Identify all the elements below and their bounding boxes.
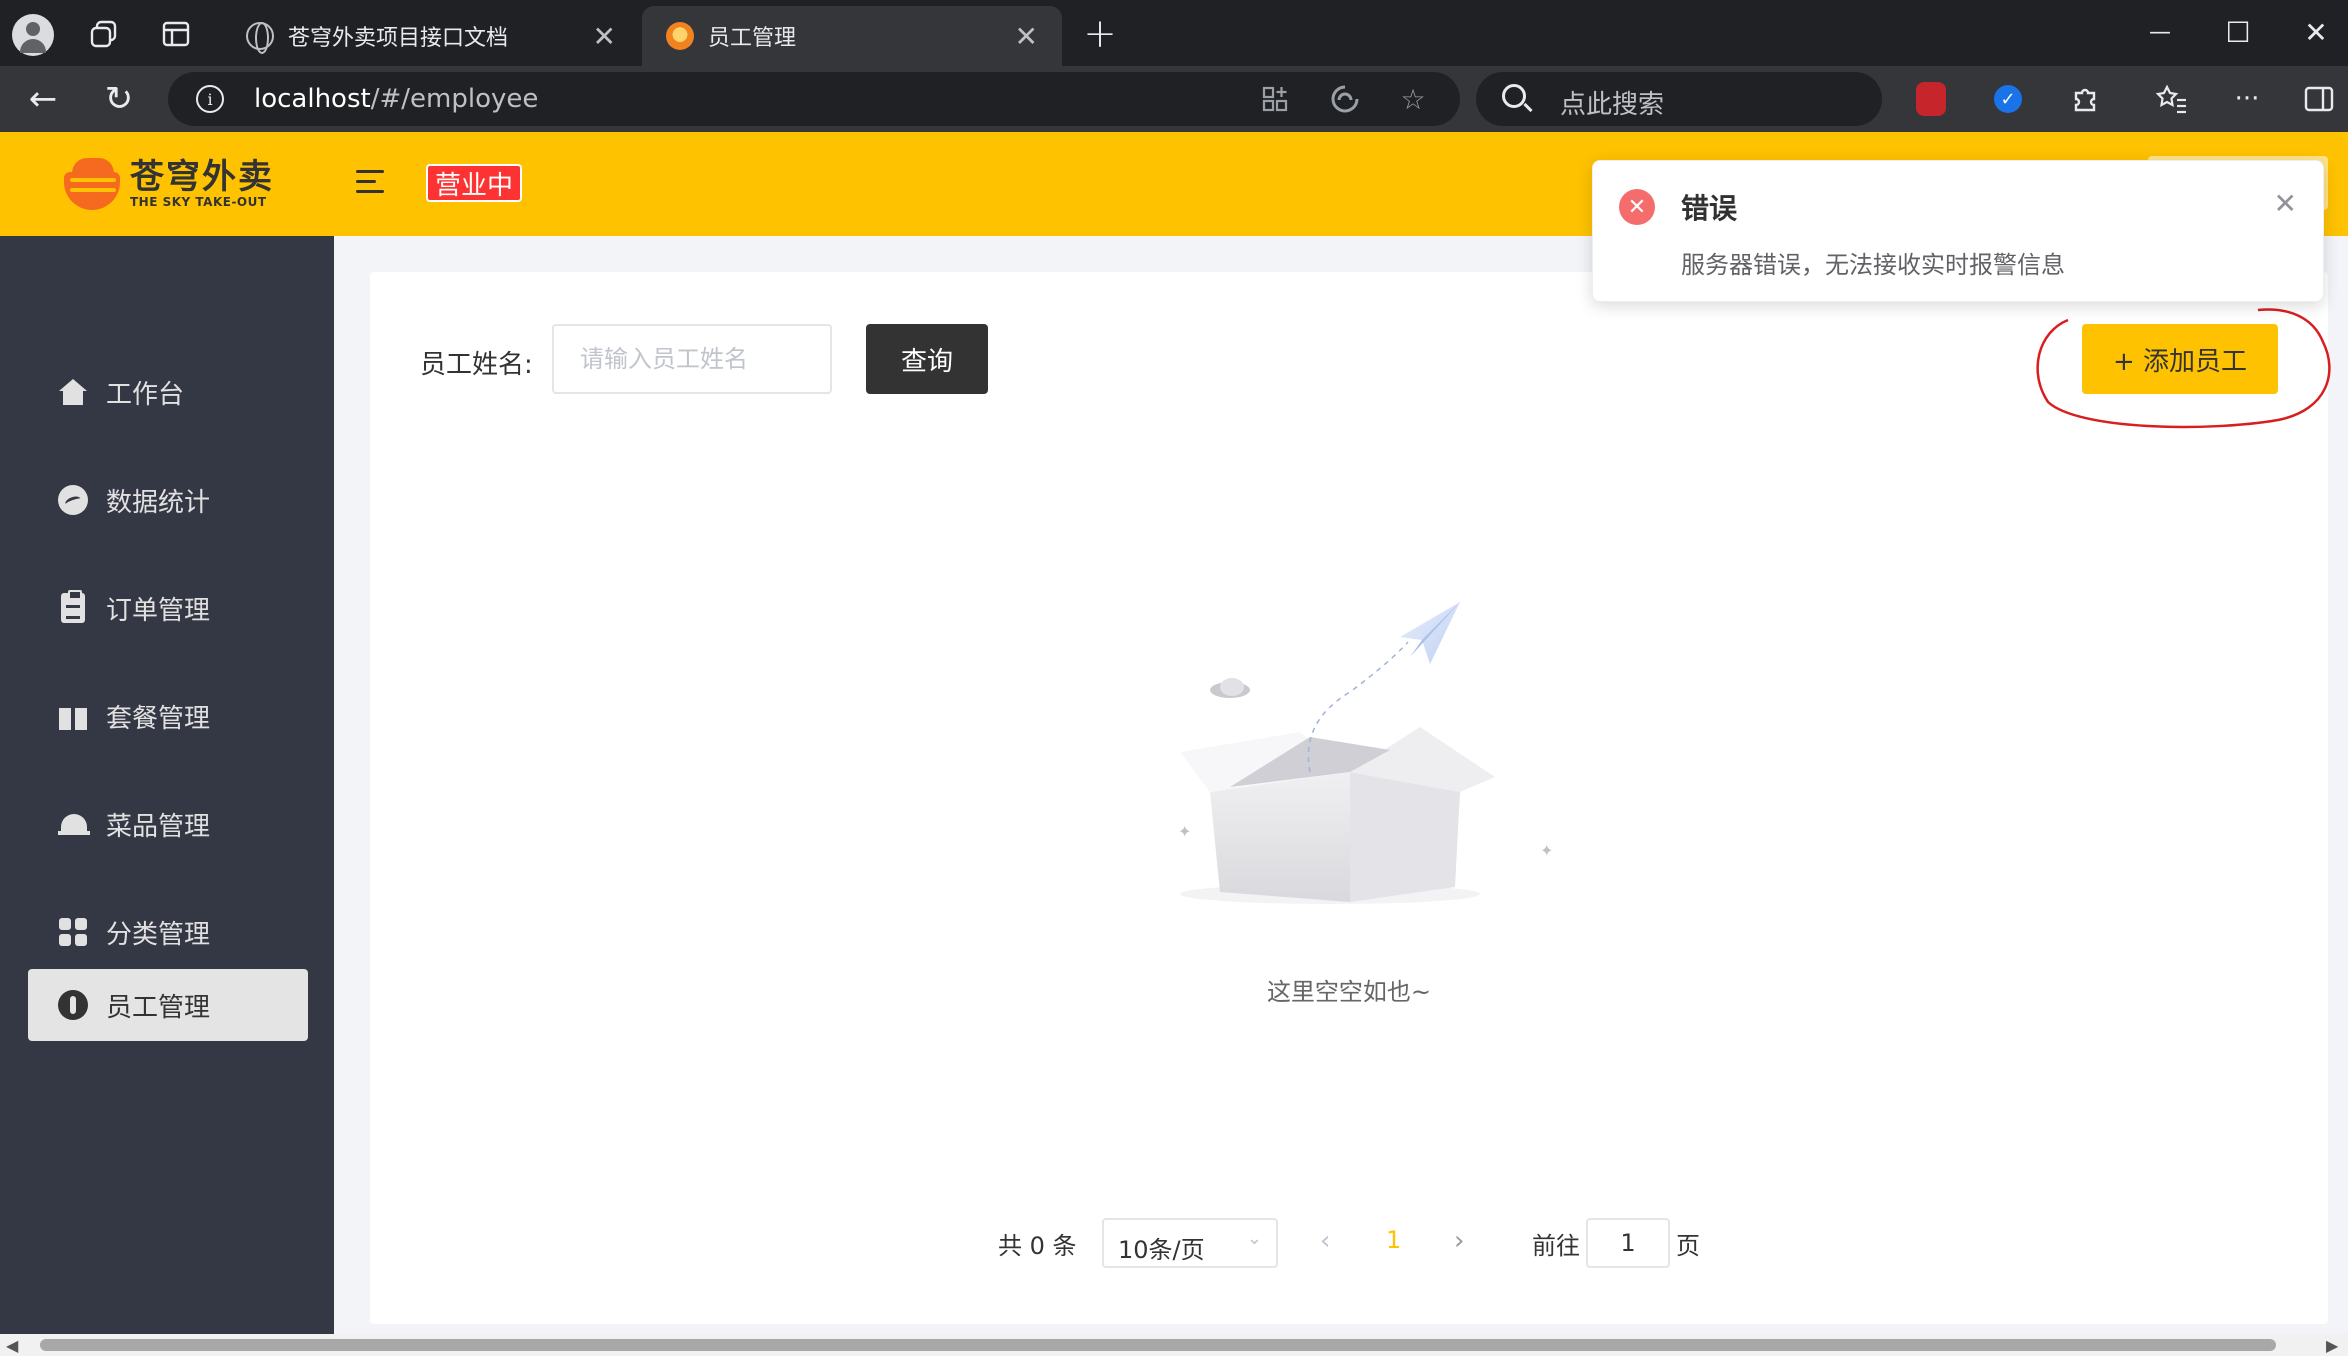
employee-name-input[interactable]	[552, 324, 832, 394]
error-circle-icon: ✕	[1619, 189, 1655, 225]
edge-refresh-icon[interactable]	[1328, 82, 1362, 116]
error-notification: ✕ 错误 服务器错误，无法接收实时报警信息 ✕	[1592, 160, 2324, 302]
chevron-down-icon: ⌄	[1246, 1228, 1262, 1249]
logo-cn: 苍穹外卖	[130, 157, 274, 197]
tab-close-icon[interactable]: ✕	[1015, 20, 1038, 53]
sidebar-item-dishes[interactable]: 菜品管理	[28, 788, 308, 860]
sidebar-item-label: 订单管理	[106, 595, 211, 626]
sidebar-item-label: 工作台	[106, 379, 185, 410]
sidebar-item-label: 分类管理	[106, 919, 211, 950]
maximize-icon[interactable]: ☐	[2208, 12, 2268, 52]
sidebar-item-orders[interactable]: 订单管理	[28, 572, 308, 644]
extensions-puzzle-icon[interactable]	[2066, 80, 2104, 118]
browser-address-bar: ← ↻ i localhost/#/employee ☆ 点此搜索 ✓ ···	[0, 66, 2348, 132]
sidebar-item-label: 数据统计	[106, 487, 211, 518]
sidebar-item-label: 套餐管理	[106, 703, 211, 734]
sidebar-item-employees[interactable]: 员工管理	[28, 969, 308, 1041]
empty-box-illustration: ✦ ✦	[1178, 602, 1553, 904]
extension-red-icon[interactable]	[1916, 82, 1946, 116]
page-size-select[interactable]: 10条/页 ⌄	[1102, 1218, 1278, 1268]
notification-message: 服务器错误，无法接收实时报警信息	[1681, 251, 2065, 279]
horizontal-scrollbar[interactable]: ◀ ▶	[0, 1334, 2348, 1356]
query-button[interactable]: 查询	[866, 324, 988, 394]
menu-collapse-icon[interactable]	[356, 168, 388, 196]
brand-logo: 苍穹外卖 THE SKY TAKE-OUT	[62, 156, 274, 212]
new-tab-icon[interactable]: +	[1080, 11, 1120, 57]
globe-icon	[246, 22, 274, 54]
sidebar: 工作台 数据统计 订单管理 套餐管理 菜品管理 分类管理 员工管理	[0, 236, 334, 1334]
scrollbar-thumb[interactable]	[40, 1339, 2276, 1351]
tab-title: 员工管理	[708, 26, 797, 51]
search-icon	[1502, 84, 1526, 108]
prev-page-icon[interactable]: ‹	[1320, 1226, 1330, 1256]
sidebar-item-categories[interactable]: 分类管理	[28, 896, 308, 968]
home-icon	[58, 377, 88, 407]
logo-burger-icon	[62, 156, 124, 212]
grid-icon	[58, 917, 88, 947]
logo-en: THE SKY TAKE-OUT	[130, 195, 267, 209]
sidebar-item-setmeals[interactable]: 套餐管理	[28, 680, 308, 752]
tab-actions-icon[interactable]	[156, 14, 196, 54]
avatar-head	[26, 22, 40, 36]
business-status-badge: 营业中	[426, 164, 522, 202]
url-field[interactable]: i localhost/#/employee ☆	[168, 72, 1460, 126]
url-text: localhost/#/employee	[254, 84, 538, 114]
extension-check-icon[interactable]: ✓	[1994, 85, 2022, 113]
sidebar-toggle-icon[interactable]	[2300, 80, 2338, 118]
url-host: localhost	[254, 84, 371, 114]
avatar-body	[20, 39, 46, 53]
page-size-value: 10条/页	[1118, 1236, 1205, 1264]
gift-icon	[58, 701, 88, 731]
sidebar-item-label: 员工管理	[106, 992, 211, 1023]
scroll-left-icon[interactable]: ◀	[6, 1336, 18, 1355]
page-word: 页	[1676, 1232, 1700, 1260]
app-available-icon[interactable]	[1258, 82, 1292, 116]
favorite-star-icon[interactable]: ☆	[1396, 82, 1430, 116]
url-path: /#/employee	[370, 84, 539, 114]
logo-stripe	[70, 178, 116, 182]
profile-avatar[interactable]	[12, 14, 54, 56]
search-placeholder: 点此搜索	[1560, 90, 1665, 120]
window-close-icon[interactable]: ✕	[2286, 12, 2346, 52]
hand-drawn-circle-annotation	[2036, 308, 2331, 429]
chart-circle-icon	[58, 485, 88, 515]
person-icon	[58, 990, 88, 1020]
back-icon[interactable]: ←	[18, 74, 68, 124]
sidebar-item-label: 菜品管理	[106, 811, 211, 842]
logo-text: 苍穹外卖 THE SKY TAKE-OUT	[130, 159, 274, 209]
next-page-icon[interactable]: ›	[1454, 1226, 1464, 1256]
goto-page-input[interactable]	[1586, 1218, 1670, 1268]
sidebar-item-workbench[interactable]: 工作台	[28, 356, 308, 428]
site-info-icon[interactable]: i	[196, 85, 224, 113]
workspaces-icon[interactable]	[84, 14, 124, 54]
tab-close-icon[interactable]: ✕	[593, 20, 616, 53]
burger-favicon-icon	[666, 22, 694, 50]
web-search-field[interactable]: 点此搜索	[1476, 72, 1882, 126]
employee-list-panel: 员工姓名: 查询 + 添加员工 ✦ ✦ 这里空空如也~ 共 0 条 10条/页 …	[370, 272, 2331, 1324]
employee-name-label: 员工姓名:	[420, 350, 533, 380]
more-menu-icon[interactable]: ···	[2228, 80, 2266, 118]
sidebar-item-statistics[interactable]: 数据统计	[28, 464, 308, 536]
tab-api-docs[interactable]: 苍穹外卖项目接口文档 ✕	[222, 6, 640, 66]
svg-text:✦: ✦	[1540, 841, 1553, 860]
pagination-total: 共 0 条	[998, 1232, 1077, 1260]
tab-employee-management[interactable]: 员工管理 ✕	[642, 6, 1062, 66]
goto-label: 前往	[1532, 1232, 1580, 1260]
browser-tab-bar: 苍穹外卖项目接口文档 ✕ 员工管理 ✕ + — ☐ ✕	[0, 0, 2348, 66]
scroll-right-icon[interactable]: ▶	[2326, 1336, 2338, 1355]
minimize-icon[interactable]: —	[2130, 12, 2190, 52]
empty-state-text: 这里空空如也~	[1266, 978, 1432, 1006]
clipboard-icon	[58, 590, 88, 623]
logo-stripe	[70, 188, 116, 192]
notification-title: 错误	[1681, 192, 1738, 225]
svg-text:✦: ✦	[1178, 822, 1191, 841]
notification-close-icon[interactable]: ✕	[2274, 187, 2297, 220]
food-cover-icon	[58, 809, 90, 839]
favorites-list-icon[interactable]	[2152, 80, 2190, 118]
tab-title: 苍穹外卖项目接口文档	[288, 26, 509, 51]
reload-icon[interactable]: ↻	[94, 74, 144, 124]
pagination: 共 0 条 10条/页 ⌄ ‹ 1 › 前往 页	[370, 1218, 2328, 1268]
page-number-current[interactable]: 1	[1386, 1226, 1401, 1254]
